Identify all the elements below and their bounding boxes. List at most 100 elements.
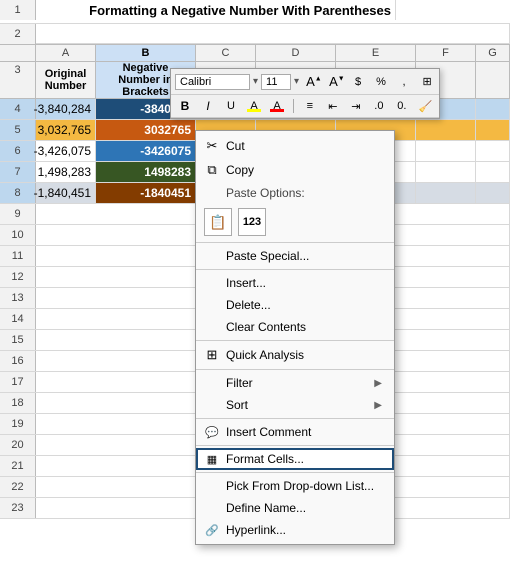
menu-item-sort[interactable]: Sort ▶ [196, 394, 394, 416]
paste-icon-clipboard[interactable]: 📋 [204, 208, 232, 236]
row-num-7: 7 [0, 162, 36, 182]
format-cells-icon: ▦ [204, 453, 220, 466]
col-header-e[interactable]: E [336, 45, 416, 61]
indent-decrease-btn[interactable]: ⇤ [323, 98, 343, 115]
menu-item-insert-comment[interactable]: 💬 Insert Comment [196, 421, 394, 443]
font-name-dropdown-icon[interactable]: ▾ [253, 76, 258, 87]
underline-btn[interactable]: U [221, 98, 241, 114]
row-num-10: 10 [0, 225, 36, 245]
row-num-2: 2 [0, 24, 36, 44]
menu-item-format-cells[interactable]: ▦ Format Cells... [196, 448, 394, 470]
indent-increase-btn[interactable]: ⇥ [346, 98, 366, 115]
format-toolbar: ▾ ▾ A▲ A▼ $ % , ⊞ B I U A A ≡ ⇤ ⇥ .0 0. … [170, 68, 440, 119]
col-header-a[interactable]: A [36, 45, 96, 61]
cell-4a[interactable]: -3,840,284 [36, 99, 96, 119]
row-num-22: 22 [0, 477, 36, 497]
font-name-input[interactable] [175, 74, 250, 90]
cell-5b[interactable]: 3032765 [96, 120, 196, 140]
borders-btn[interactable]: ⊞ [417, 73, 437, 90]
row-num-17: 17 [0, 372, 36, 392]
separator-3 [196, 340, 394, 341]
menu-label-format-cells: Format Cells... [226, 452, 382, 466]
row-num-23: 23 [0, 498, 36, 518]
cell-5f[interactable] [416, 120, 476, 140]
col-header-f[interactable]: F [416, 45, 476, 61]
menu-label-copy: Copy [226, 163, 382, 177]
col-header-b[interactable]: B [96, 45, 196, 61]
font-size-input[interactable] [261, 74, 291, 90]
increase-font-btn[interactable]: A▲ [302, 72, 322, 91]
cell-4g[interactable] [476, 99, 510, 119]
cell-8b[interactable]: -1840451 [96, 183, 196, 203]
cell-6g[interactable] [476, 141, 510, 161]
paste-icon-values[interactable]: 123 [238, 208, 266, 236]
clear-btn[interactable]: 🧹 [415, 98, 435, 115]
spreadsheet: 1 Formatting a Negative Number With Pare… [0, 0, 510, 577]
separator-2 [196, 269, 394, 270]
row-num-11: 11 [0, 246, 36, 266]
title-row: 1 Formatting a Negative Number With Pare… [0, 0, 510, 24]
menu-item-quick-analysis[interactable]: ⊞ Quick Analysis [196, 343, 394, 367]
menu-item-hyperlink[interactable]: 🔗 Hyperlink... [196, 519, 394, 541]
menu-item-define-name[interactable]: Define Name... [196, 497, 394, 519]
col-headers: A B C D E F G [0, 44, 510, 62]
decimal-increase-btn[interactable]: .0 [369, 98, 389, 114]
header-original-number: Original Number [36, 62, 96, 98]
col-header-d[interactable]: D [256, 45, 336, 61]
currency-btn[interactable]: $ [348, 74, 368, 90]
row-num-19: 19 [0, 414, 36, 434]
decimal-decrease-btn[interactable]: 0. [392, 98, 412, 114]
hyperlink-icon: 🔗 [204, 524, 220, 537]
comma-btn[interactable]: , [394, 74, 414, 90]
cell-6b[interactable]: -3426075 [96, 141, 196, 161]
cell-5g[interactable] [476, 120, 510, 140]
menu-item-pick-dropdown[interactable]: Pick From Drop-down List... [196, 475, 394, 497]
cell-5a[interactable]: 3,032,765 [36, 120, 96, 140]
col-header-g[interactable]: G [476, 45, 510, 61]
cell-8a[interactable]: -1,840,451 [36, 183, 96, 203]
header-g [476, 62, 510, 98]
font-size-dropdown-icon[interactable]: ▾ [294, 76, 299, 87]
menu-item-paste-special[interactable]: Paste Special... [196, 245, 394, 267]
copy-icon: ⧉ [204, 162, 220, 178]
cell-6a[interactable]: -3,426,075 [36, 141, 96, 161]
cell-1a[interactable]: Formatting a Negative Number With Parent… [36, 0, 396, 20]
menu-item-delete[interactable]: Delete... [196, 294, 394, 316]
row-num-8: 8 [0, 183, 36, 203]
cell-7g[interactable] [476, 162, 510, 182]
fill-color-btn[interactable]: A [244, 98, 264, 114]
decrease-font-btn[interactable]: A▼ [325, 72, 345, 91]
bold-btn[interactable]: B [175, 97, 195, 115]
row-num-4: 4 [0, 99, 36, 119]
menu-label-quick-analysis: Quick Analysis [226, 348, 382, 362]
percent-btn[interactable]: % [371, 74, 391, 90]
cell-7f[interactable] [416, 162, 476, 182]
sort-arrow-icon: ▶ [374, 400, 382, 411]
menu-item-cut[interactable]: ✂ Cut [196, 134, 394, 158]
menu-label-cut: Cut [226, 139, 382, 153]
align-left-btn[interactable]: ≡ [300, 98, 320, 114]
menu-label-pick-dropdown: Pick From Drop-down List... [226, 479, 382, 493]
menu-item-filter[interactable]: Filter ▶ [196, 372, 394, 394]
separator-5 [196, 418, 394, 419]
font-color-btn[interactable]: A [267, 98, 287, 114]
paste-options-header: Paste Options: [196, 182, 394, 204]
cell-2a[interactable] [36, 24, 510, 44]
row-num-21: 21 [0, 456, 36, 476]
separator-4 [196, 369, 394, 370]
row-num-6: 6 [0, 141, 36, 161]
menu-item-insert[interactable]: Insert... [196, 272, 394, 294]
cell-7a[interactable]: 1,498,283 [36, 162, 96, 182]
cell-7b[interactable]: 1498283 [96, 162, 196, 182]
row-num-12: 12 [0, 267, 36, 287]
cell-8g[interactable] [476, 183, 510, 203]
col-header-c[interactable]: C [196, 45, 256, 61]
cell-8f[interactable] [416, 183, 476, 203]
separator-1 [196, 242, 394, 243]
menu-item-copy[interactable]: ⧉ Copy [196, 158, 394, 182]
comment-icon: 💬 [204, 426, 220, 439]
cell-6f[interactable] [416, 141, 476, 161]
paste-options-row: 📋 123 [196, 204, 394, 240]
menu-item-clear-contents[interactable]: Clear Contents [196, 316, 394, 338]
italic-btn[interactable]: I [198, 97, 218, 115]
